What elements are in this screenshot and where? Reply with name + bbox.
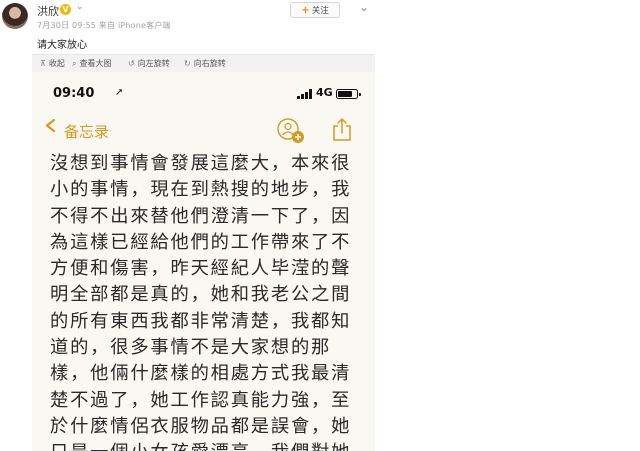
plus-icon: + — [301, 4, 310, 16]
view-large-label: 查看大图 — [79, 59, 112, 68]
collapse-button[interactable]: ⊼ 收起 — [40, 58, 65, 69]
weibo-post: 洪欣 V ⌄ 7月30日 09:55 来自 iPhone客户端 + 关注 ⌄ 请… — [0, 0, 640, 451]
note-body: 沒想到事情會發展這麼大，本來很 小的事情，現在到熱搜的地步，我 不得不出來替他們澄清… — [50, 151, 364, 451]
location-arrow-icon: ➚ — [115, 87, 124, 98]
verified-badge-icon: V — [60, 4, 71, 15]
note-line: 為這樣已經給他們的工作帶來了不 — [50, 231, 352, 253]
note-line: 小的事情，現在到熱搜的地步，我 — [50, 179, 352, 201]
status-time: 09:40 — [53, 86, 95, 101]
more-menu-icon[interactable]: ⌄ — [359, 0, 369, 14]
collapse-label: 收起 — [48, 59, 65, 68]
back-label[interactable]: 备忘录 — [64, 121, 109, 142]
image-toolbar: ⊼ 收起 ⌕ 查看大图 ↺ 向左旋转 ↻ 向右旋转 — [32, 54, 375, 72]
post-meta: 7月30日 09:55 来自 iPhone客户端 — [37, 21, 171, 30]
username[interactable]: 洪欣 — [37, 3, 59, 19]
note-line: 樣，他倆什麼樣的相處方式我最清 — [50, 363, 352, 385]
follow-label: 关注 — [311, 6, 329, 16]
follow-button[interactable]: + 关注 — [290, 2, 340, 18]
rotate-right-button[interactable]: ↻ 向右旋转 — [184, 58, 226, 69]
network-label: 4G — [316, 86, 333, 99]
collapse-icon: ⊼ — [40, 59, 46, 68]
note-line: 明全部都是真的，她和我老公之間 — [50, 284, 352, 306]
rotate-right-label: 向右旋转 — [193, 59, 226, 68]
note-line: 不得不出來替他們澄清一下了，因 — [50, 205, 352, 227]
note-line: 道的，很多事情不是大家想的那 — [50, 337, 332, 359]
note-line: 的所有東西我都非常清楚，我都知 — [50, 310, 352, 332]
share-icon[interactable] — [332, 118, 352, 142]
chevron-down-icon[interactable]: ⌄ — [76, 2, 84, 12]
note-line: 只是一個小女孩愛漂亮，我們對她 — [50, 440, 364, 451]
rotate-left-icon: ↺ — [128, 59, 135, 68]
signal-icon — [297, 89, 314, 99]
back-chevron-icon[interactable] — [44, 119, 57, 132]
note-line: 方便和傷害，昨天經紀人毕滢的聲 — [50, 258, 352, 280]
battery-icon — [336, 89, 361, 99]
note-line: 楚不過了，她工作認真能力強，至 — [50, 389, 352, 411]
notes-screenshot-image[interactable]: 09:40 ➚ 4G 备忘录 沒想到事情會發展這麼大，本來很 小的事情，現在到熱搜… — [32, 72, 375, 451]
note-line: 沒想到事情會發展這麼大，本來很 — [50, 153, 352, 174]
rotate-left-label: 向左旋转 — [137, 59, 170, 68]
avatar[interactable] — [2, 3, 28, 29]
zoom-icon: ⌕ — [72, 58, 77, 68]
view-large-button[interactable]: ⌕ 查看大图 — [72, 58, 111, 69]
rotate-right-icon: ↻ — [184, 59, 191, 68]
post-text: 请大家放心 — [37, 40, 87, 51]
add-people-icon[interactable] — [277, 118, 305, 144]
rotate-left-button[interactable]: ↺ 向左旋转 — [128, 58, 170, 69]
note-line: 於什麼情侶衣服物品都是誤會，她 — [50, 415, 352, 437]
